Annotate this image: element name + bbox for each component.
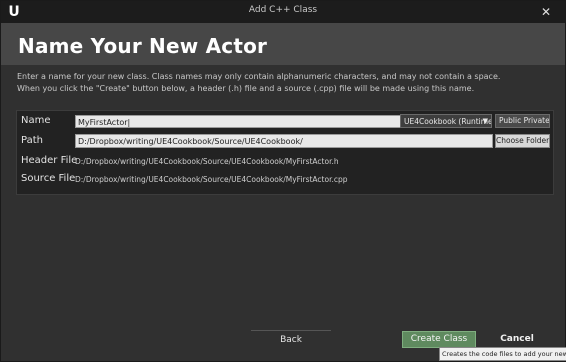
path-input[interactable]: D:/Dropbox/writing/UE4Cookbook/Source/UE… <box>75 134 493 148</box>
source-file-label: Source File <box>21 173 76 184</box>
header-file-label: Header File <box>21 155 78 166</box>
header-band: Name Your New Actor <box>1 23 565 65</box>
choose-folder-button[interactable]: Choose Folder <box>495 134 550 148</box>
source-file-value: D:/Dropbox/writing/UE4Cookbook/Source/UE… <box>75 175 348 184</box>
form-panel: Name MyFirstActor| UE4Cookbook (Runtime)… <box>16 110 554 195</box>
description-line-1: Enter a name for your new class. Class n… <box>17 72 501 81</box>
window-title: Add C++ Class <box>248 5 318 15</box>
title-bar[interactable]: U Add C++ Class ✕ <box>1 1 565 23</box>
add-class-dialog: U Add C++ Class ✕ Name Your New Actor En… <box>0 0 566 362</box>
create-tooltip: Creates the code files to add your new c… <box>439 347 566 361</box>
visibility-toggle-label: Public Private <box>499 116 550 125</box>
back-button[interactable]: Back <box>251 332 331 348</box>
chevron-down-icon: ▼ <box>482 117 488 125</box>
class-name-input[interactable]: MyFirstActor| <box>75 115 411 128</box>
path-label: Path <box>21 135 43 146</box>
module-select-value: UE4Cookbook (Runtime) <box>404 117 492 126</box>
close-icon[interactable]: ✕ <box>537 4 555 20</box>
visibility-toggle[interactable]: Public Private <box>495 114 550 128</box>
description: Enter a name for your new class. Class n… <box>17 71 547 95</box>
back-button-divider <box>251 330 331 331</box>
name-label: Name <box>21 115 51 126</box>
page-title: Name Your New Actor <box>18 34 268 58</box>
create-class-button[interactable]: Create Class <box>402 331 476 348</box>
description-line-2: When you click the "Create" button below… <box>17 84 475 93</box>
cancel-button[interactable]: Cancel <box>480 331 554 348</box>
module-select[interactable]: UE4Cookbook (Runtime) ▼ <box>400 114 492 128</box>
header-file-value: D:/Dropbox/writing/UE4Cookbook/Source/UE… <box>75 157 339 166</box>
